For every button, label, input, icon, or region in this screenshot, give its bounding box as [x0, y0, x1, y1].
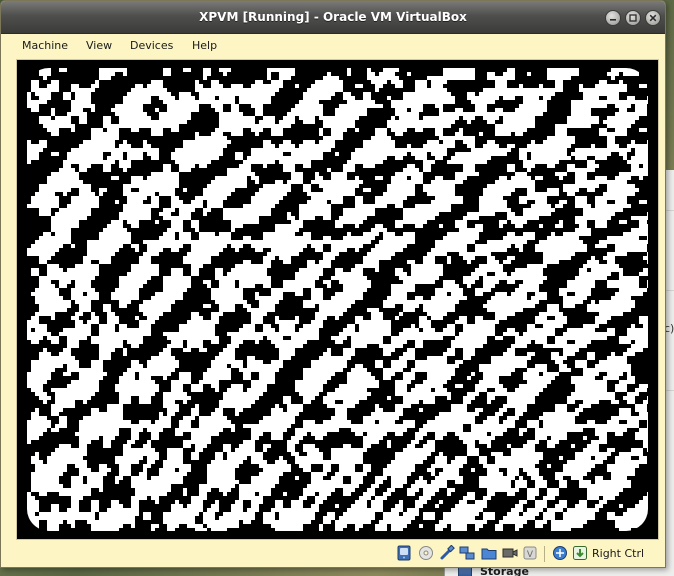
status-bar: V Right Ctrl	[2, 542, 664, 566]
status-separator	[544, 546, 545, 562]
menu-devices[interactable]: Devices	[130, 39, 173, 52]
menu-machine[interactable]: Machine	[22, 39, 68, 52]
vm-display[interactable]	[16, 59, 659, 540]
title-bar[interactable]: XPVM [Running] - Oracle VM VirtualBox	[1, 1, 665, 34]
mouse-integration-icon[interactable]	[552, 545, 568, 561]
network-icon[interactable]	[459, 545, 475, 561]
video-capture-icon[interactable]	[502, 545, 518, 561]
host-key-label: Right Ctrl	[592, 547, 645, 560]
close-button[interactable]	[645, 10, 661, 26]
menu-view[interactable]: View	[86, 39, 112, 52]
window-title: XPVM [Running] - Oracle VM VirtualBox	[199, 10, 467, 24]
close-icon	[646, 11, 660, 25]
menu-bar: Machine View Devices Help	[2, 34, 664, 56]
maximize-button[interactable]	[625, 10, 641, 26]
optical-drive-icon[interactable]	[418, 545, 434, 561]
menu-help[interactable]: Help	[192, 39, 217, 52]
virtualbox-vm-window: XPVM [Running] - Oracle VM VirtualBox Ma…	[0, 0, 666, 568]
minimize-icon	[606, 11, 620, 25]
shared-folders-icon[interactable]	[481, 545, 497, 561]
maximize-icon	[626, 11, 640, 25]
svg-text:V: V	[527, 550, 534, 560]
host-key-icon[interactable]	[572, 545, 588, 561]
vm-screen-pattern	[17, 60, 658, 539]
hard-disk-icon[interactable]	[396, 545, 412, 561]
virtualization-icon[interactable]: V	[522, 545, 538, 561]
minimize-button[interactable]	[605, 10, 621, 26]
usb-icon[interactable]	[439, 544, 455, 561]
